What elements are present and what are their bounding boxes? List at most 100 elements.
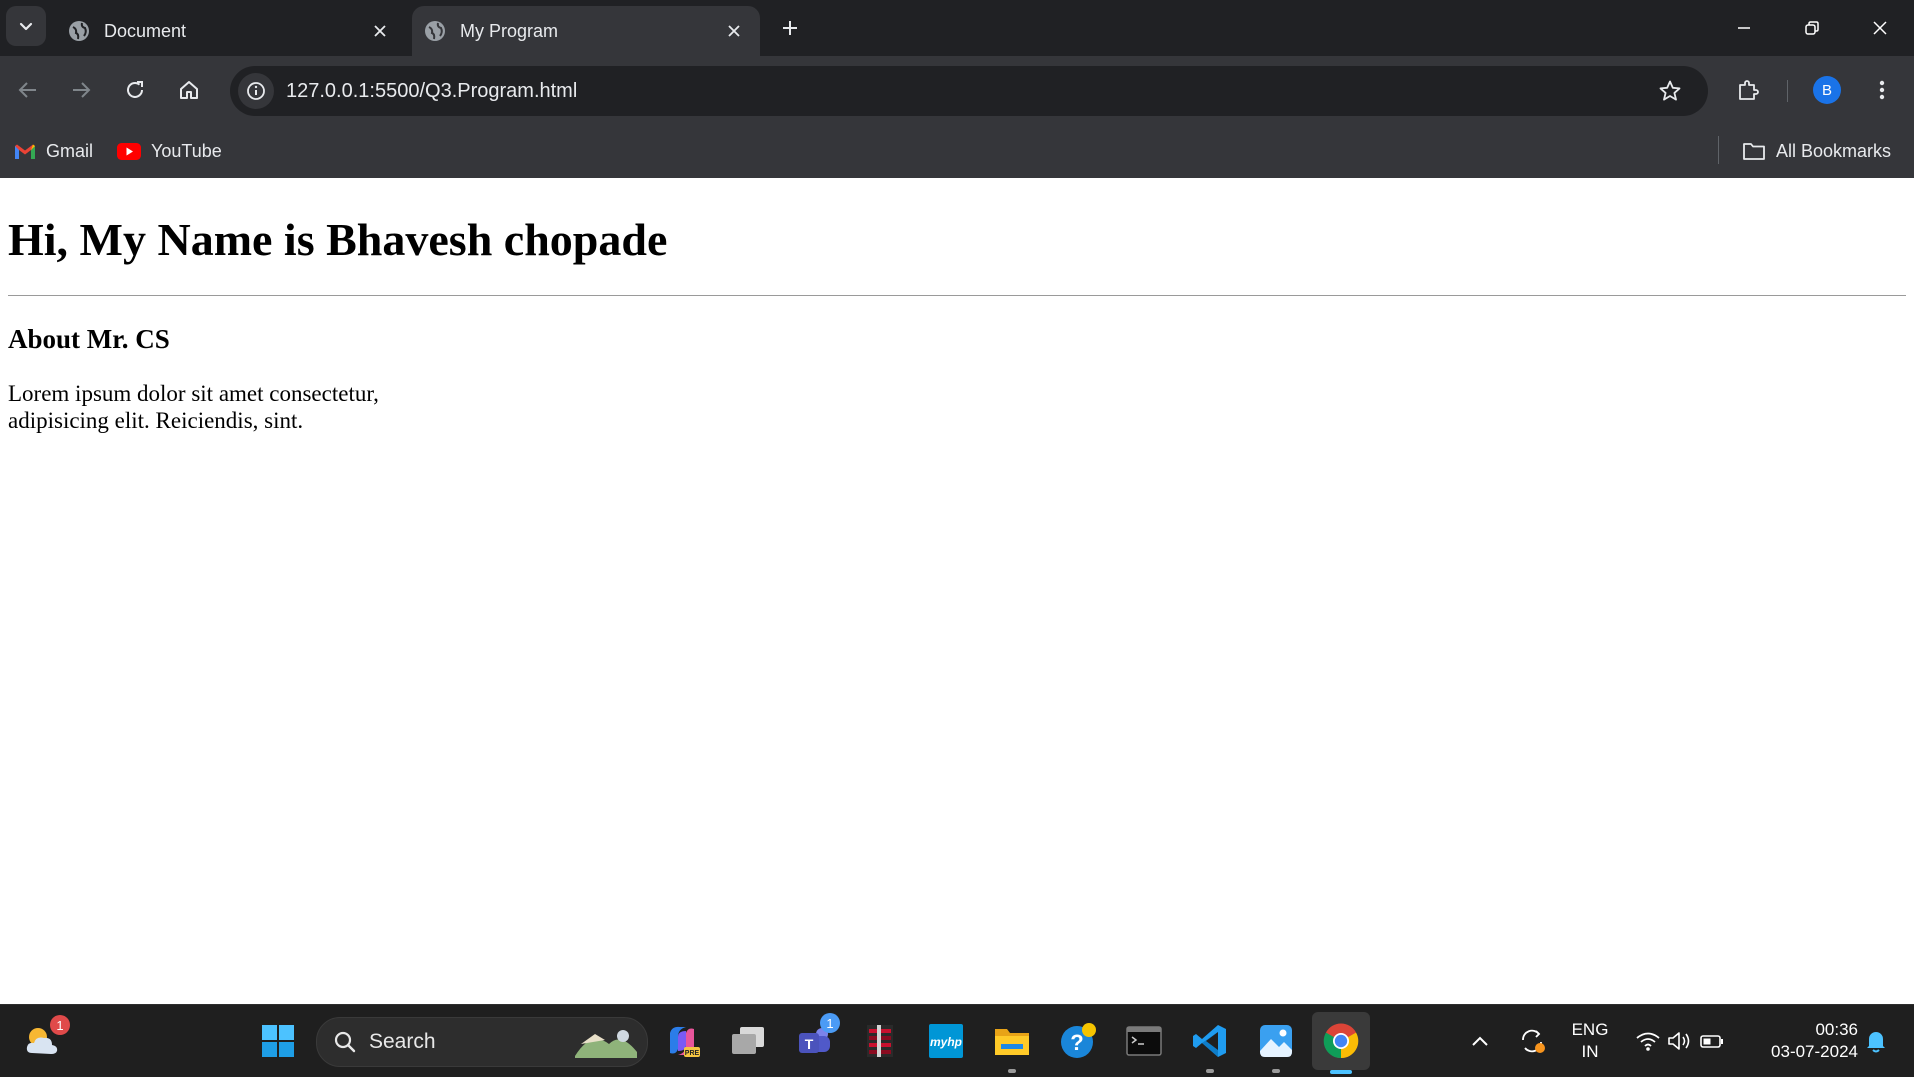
arrow-right-icon bbox=[73, 82, 91, 98]
taskbar: 1 Search PRE T 1 myhp ? ENG IN 00:36 03-… bbox=[0, 1004, 1914, 1077]
sync-status-button[interactable] bbox=[1514, 1019, 1552, 1063]
more-vert-icon bbox=[1879, 80, 1885, 100]
globe-icon bbox=[69, 21, 89, 41]
time-text: 00:36 bbox=[1815, 1020, 1858, 1039]
terminal-icon bbox=[1126, 1026, 1162, 1056]
terminal-app[interactable] bbox=[1122, 1019, 1166, 1063]
close-tab-icon[interactable] bbox=[362, 13, 398, 49]
all-bookmarks-button[interactable]: All Bookmarks bbox=[1742, 136, 1891, 166]
search-placeholder: Search bbox=[369, 1030, 436, 1053]
chrome-app[interactable] bbox=[1312, 1012, 1370, 1074]
bookmarks-bar: Gmail YouTube All Bookmarks bbox=[0, 124, 1914, 178]
svg-text:myhp: myhp bbox=[930, 1035, 962, 1049]
copilot-app[interactable]: PRE bbox=[660, 1019, 704, 1063]
quick-settings-button[interactable] bbox=[1630, 1019, 1730, 1063]
restore-button[interactable] bbox=[1778, 0, 1846, 56]
avatar: B bbox=[1813, 76, 1841, 104]
toolbar-divider bbox=[1787, 80, 1788, 102]
profile-button[interactable]: B bbox=[1809, 72, 1845, 108]
bookmark-youtube[interactable]: YouTube bbox=[117, 136, 222, 166]
notifications-button[interactable] bbox=[1860, 1019, 1892, 1063]
paragraph: Lorem ipsum dolor sit amet consectetur, … bbox=[8, 380, 379, 433]
page-viewport: Hi, My Name is Bhavesh chopade About Mr.… bbox=[0, 178, 1914, 1004]
bookmark-star-button[interactable] bbox=[1650, 71, 1690, 111]
star-icon bbox=[1659, 80, 1681, 101]
info-icon bbox=[247, 82, 265, 100]
svg-text:PRE: PRE bbox=[685, 1050, 700, 1057]
tab-title: My Program bbox=[460, 20, 559, 41]
extensions-button[interactable] bbox=[1730, 72, 1766, 108]
bookmark-label: YouTube bbox=[151, 140, 222, 161]
page-heading: Hi, My Name is Bhavesh chopade bbox=[8, 214, 668, 265]
horizontal-rule bbox=[8, 294, 1906, 296]
section-heading: About Mr. CS bbox=[8, 323, 170, 354]
language-indicator[interactable]: ENG IN bbox=[1568, 1019, 1612, 1063]
site-info-button[interactable] bbox=[238, 73, 274, 109]
active-indicator bbox=[1330, 1070, 1352, 1074]
myhp-app[interactable]: myhp bbox=[924, 1019, 968, 1063]
reload-icon bbox=[127, 81, 143, 98]
clock[interactable]: 00:36 03-07-2024 bbox=[1748, 1019, 1858, 1063]
tab-my-program[interactable]: My Program bbox=[412, 6, 760, 56]
back-button[interactable] bbox=[10, 72, 46, 108]
minimize-icon bbox=[1738, 27, 1750, 29]
folder-icon bbox=[1743, 143, 1765, 160]
start-button[interactable] bbox=[256, 1019, 300, 1063]
gmail-icon bbox=[15, 144, 35, 159]
arrow-left-icon bbox=[18, 82, 36, 98]
url-text[interactable]: 127.0.0.1:5500/Q3.Program.html bbox=[286, 80, 1650, 103]
tab-search-button[interactable] bbox=[6, 6, 46, 46]
photos-app[interactable] bbox=[1254, 1019, 1298, 1073]
help-icon: ? bbox=[1061, 1023, 1096, 1058]
reload-button[interactable] bbox=[117, 72, 153, 108]
puzzle-icon bbox=[1739, 80, 1759, 100]
bookmark-gmail[interactable]: Gmail bbox=[14, 136, 93, 166]
running-indicator bbox=[1008, 1069, 1016, 1073]
globe-icon bbox=[425, 21, 445, 41]
windows-start-icon bbox=[262, 1025, 294, 1057]
task-view-icon bbox=[732, 1027, 764, 1054]
bookmark-label: Gmail bbox=[46, 140, 94, 161]
teams-app[interactable]: T 1 bbox=[792, 1013, 840, 1063]
home-button[interactable] bbox=[171, 72, 207, 108]
close-tab-icon[interactable] bbox=[716, 13, 752, 49]
taskbar-search[interactable]: Search bbox=[316, 1017, 648, 1067]
show-hidden-icons-button[interactable] bbox=[1464, 1019, 1496, 1063]
tab-document[interactable]: Document bbox=[56, 6, 406, 56]
copilot-icon: PRE bbox=[670, 1026, 700, 1057]
winrar-app[interactable] bbox=[858, 1019, 902, 1063]
weather-widget[interactable]: 1 bbox=[20, 1015, 70, 1063]
running-indicator bbox=[1206, 1069, 1214, 1073]
task-view-app[interactable] bbox=[726, 1019, 770, 1063]
chevron-up-icon bbox=[1472, 1036, 1488, 1046]
date-text: 03-07-2024 bbox=[1771, 1042, 1858, 1061]
menu-button[interactable] bbox=[1864, 72, 1900, 108]
get-help-app[interactable]: ? bbox=[1056, 1019, 1100, 1063]
notification-badge: 1 bbox=[50, 1015, 70, 1035]
vscode-app[interactable] bbox=[1188, 1019, 1232, 1073]
file-explorer-app[interactable] bbox=[990, 1019, 1034, 1073]
bell-icon bbox=[1867, 1032, 1885, 1053]
address-bar[interactable]: 127.0.0.1:5500/Q3.Program.html bbox=[230, 66, 1708, 116]
youtube-icon bbox=[117, 142, 141, 160]
minimize-button[interactable] bbox=[1710, 0, 1778, 56]
search-icon bbox=[334, 1031, 356, 1053]
close-window-button[interactable] bbox=[1846, 0, 1914, 56]
battery-icon bbox=[1700, 1035, 1723, 1048]
folder-icon bbox=[995, 1029, 1029, 1055]
forward-button[interactable] bbox=[63, 72, 99, 108]
plus-icon bbox=[783, 21, 797, 35]
window-controls bbox=[1710, 0, 1914, 56]
volume-icon bbox=[1668, 1032, 1690, 1050]
myhp-icon: myhp bbox=[929, 1024, 963, 1058]
new-tab-button[interactable] bbox=[772, 10, 808, 46]
browser-toolbar: 127.0.0.1:5500/Q3.Program.html B bbox=[0, 56, 1914, 124]
svg-text:?: ? bbox=[1070, 1030, 1083, 1055]
svg-text:T: T bbox=[805, 1036, 814, 1052]
tab-title: Document bbox=[104, 20, 187, 41]
notification-badge: 1 bbox=[820, 1013, 840, 1033]
sync-icon bbox=[1522, 1029, 1545, 1053]
tab-strip: Document My Program bbox=[0, 0, 1914, 56]
all-bookmarks-label: All Bookmarks bbox=[1776, 140, 1892, 161]
winrar-icon bbox=[867, 1025, 893, 1057]
